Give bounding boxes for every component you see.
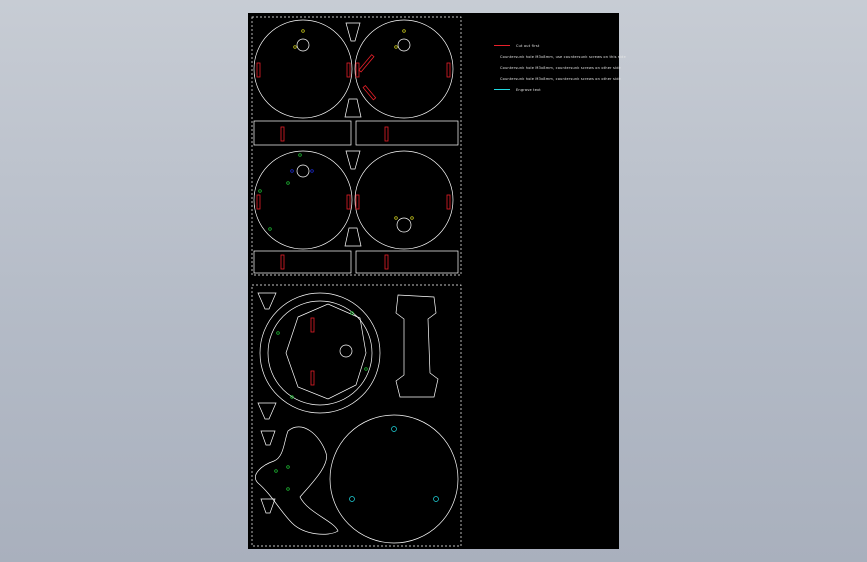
base-disc (329, 414, 459, 544)
frame-plate (285, 303, 367, 400)
ring-outer (259, 292, 381, 414)
cyan-hole-1 (391, 426, 397, 432)
v-connector-mid-lower (344, 227, 362, 247)
disc-top-left (253, 19, 353, 119)
legend-item-4: Engrave text (494, 84, 619, 95)
green-hole-8 (364, 367, 368, 371)
legend-swatch-0 (494, 45, 510, 46)
legend-label-1: Countersunk hole M3x8mm, use countersunk… (500, 54, 626, 59)
legend-label-4: Engrave text (516, 87, 541, 92)
bar-upper-left (253, 120, 352, 146)
yellow-hole-3 (394, 45, 398, 49)
disc-mid-left-hole (296, 164, 310, 178)
yellow-hole-2 (301, 29, 305, 33)
frame-plate-hole (339, 344, 353, 358)
disc-mid-right-hole (396, 217, 412, 233)
drawing-sheet: Cut out first Countersunk hole M3x8mm, u… (248, 13, 626, 549)
legend-label-2: Countersunk hole M3x8mm, countersunk scr… (500, 65, 621, 70)
blue-hole-1 (290, 169, 294, 173)
cyan-hole-2 (349, 496, 355, 502)
green-hole-9 (274, 469, 278, 473)
curved-bracket (255, 426, 339, 535)
legend-item-1: Countersunk hole M3x8mm, use countersunk… (494, 51, 626, 62)
bar-upper-right (355, 120, 459, 146)
green-hole-3 (268, 227, 272, 231)
cut-slot-5 (358, 54, 375, 73)
yellow-hole-6 (410, 216, 414, 220)
bar-lower-right (355, 250, 459, 274)
disc-mid-right (354, 150, 454, 250)
yellow-hole-5 (394, 216, 398, 220)
cut-slot-16 (310, 370, 315, 386)
v-piece-1 (257, 292, 277, 310)
green-hole-2 (258, 189, 262, 193)
yellow-hole-4 (402, 29, 406, 33)
cut-slot-11 (355, 194, 360, 210)
green-hole-4 (298, 153, 302, 157)
yellow-hole-1 (293, 45, 297, 49)
v-piece-3 (260, 430, 276, 446)
legend-item-3: Countersunk hole M3x8mm, countersunk scr… (494, 73, 621, 84)
cut-slot-9 (256, 194, 261, 210)
lower-panel-border (251, 284, 462, 547)
v-piece-2 (257, 402, 277, 420)
cut-slot-10 (346, 194, 351, 210)
cut-slot-15 (310, 317, 315, 333)
blue-hole-2 (310, 169, 314, 173)
legend-item-0: Cut out first (494, 40, 619, 51)
v-piece-4 (260, 498, 276, 514)
legend-label-0: Cut out first (516, 43, 540, 48)
green-hole-1 (286, 181, 290, 185)
cut-slot-4 (446, 62, 451, 78)
disc-mid-left (253, 150, 353, 250)
legend-label-3: Countersunk hole M3x8mm, countersunk scr… (500, 76, 621, 81)
cut-slot-14 (384, 254, 389, 270)
cut-slot-12 (446, 194, 451, 210)
cut-slot-2 (346, 62, 351, 78)
disc-top-right (354, 19, 454, 119)
bar-lower-left (253, 250, 352, 274)
cut-slot-6 (362, 85, 377, 101)
v-connector-mid-upper (344, 98, 362, 118)
legend-item-2: Countersunk hole M3x8mm, countersunk scr… (494, 62, 621, 73)
v-connector-top (345, 22, 361, 42)
cut-slot-8 (384, 126, 389, 142)
long-bracket (395, 294, 439, 398)
cyan-hole-3 (433, 496, 439, 502)
legend-swatch-4 (494, 89, 510, 90)
disc-top-right-center-hole (397, 38, 411, 52)
cut-slot-7 (280, 126, 285, 142)
cut-slot-1 (256, 62, 261, 78)
cut-slot-13 (280, 254, 285, 270)
green-hole-5 (276, 331, 280, 335)
disc-top-left-center-hole (296, 38, 310, 52)
layer-legend: Cut out first Countersunk hole M3x8mm, u… (494, 40, 626, 95)
green-hole-10 (286, 465, 290, 469)
green-hole-11 (286, 487, 290, 491)
v-connector-mid (345, 150, 361, 170)
